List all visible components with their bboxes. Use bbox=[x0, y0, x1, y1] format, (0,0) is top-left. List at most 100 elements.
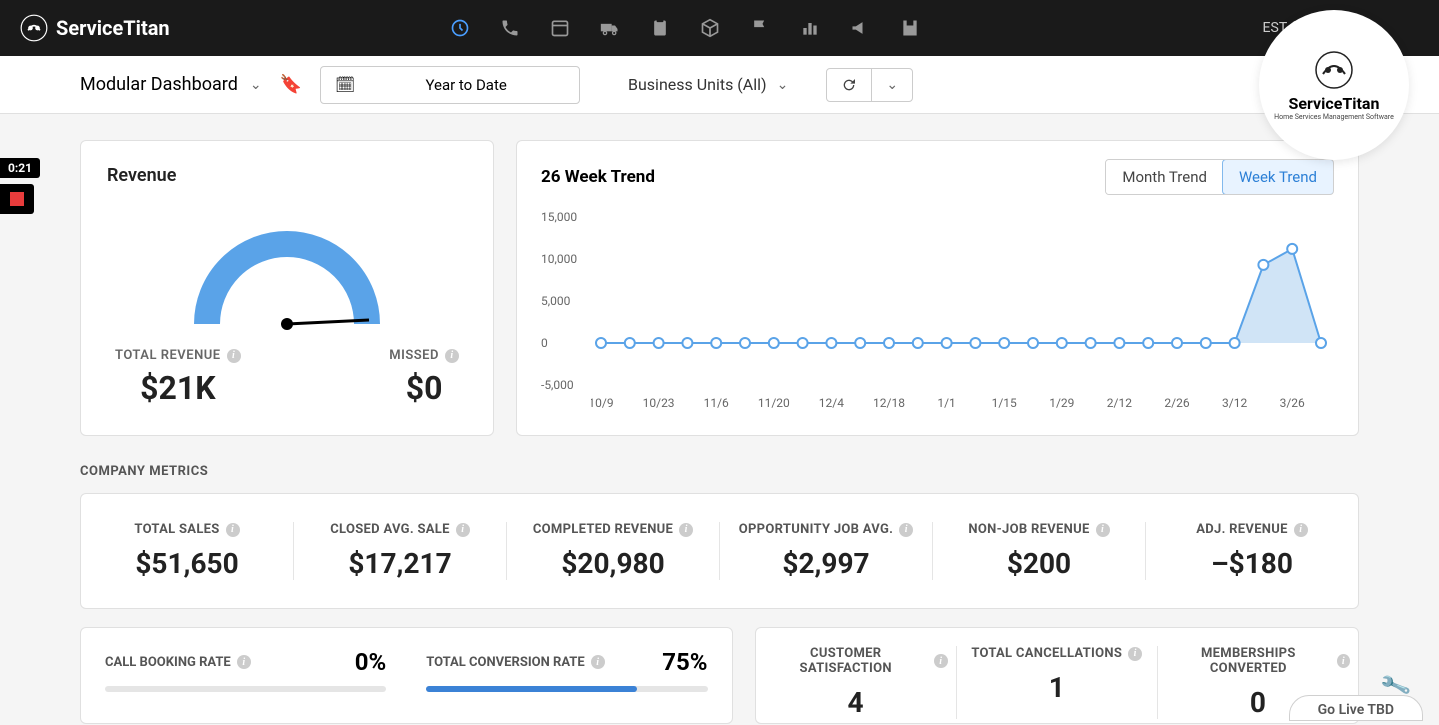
date-range-input[interactable] bbox=[367, 76, 565, 94]
stat-label: CUSTOMER SATISFACTION bbox=[764, 646, 928, 676]
refresh-dropdown[interactable]: ⌄ bbox=[871, 69, 912, 101]
chevron-down-icon: ⌄ bbox=[777, 77, 789, 93]
nav-calendar-icon[interactable] bbox=[550, 18, 570, 38]
timer-value: 0:21 bbox=[0, 158, 40, 178]
brand-watermark: ServiceTitan Home Services Management So… bbox=[1259, 10, 1409, 160]
revenue-gauge bbox=[177, 204, 397, 334]
dashboard-selector[interactable]: Modular Dashboard ⌄ bbox=[80, 74, 262, 95]
info-icon[interactable]: i bbox=[1337, 654, 1350, 668]
svg-text:3/12: 3/12 bbox=[1222, 396, 1247, 410]
metric: NON-JOB REVENUE i $200 bbox=[933, 522, 1146, 580]
month-trend-toggle[interactable]: Month Trend bbox=[1106, 160, 1223, 194]
conversion-rate-bar bbox=[426, 686, 707, 692]
booking-rate-value: 0% bbox=[355, 648, 387, 676]
booking-rate-label: CALL BOOKING RATE bbox=[105, 655, 231, 670]
stat: CUSTOMER SATISFACTION i 4 bbox=[756, 646, 957, 719]
nav-megaphone-icon[interactable] bbox=[850, 18, 870, 38]
nav-dashboard-icon[interactable] bbox=[450, 18, 470, 38]
dashboard-name: Modular Dashboard bbox=[80, 74, 238, 95]
svg-text:3/26: 3/26 bbox=[1280, 396, 1305, 410]
metric-value: $20,980 bbox=[515, 547, 711, 580]
svg-text:10/23: 10/23 bbox=[643, 396, 675, 410]
svg-text:2/26: 2/26 bbox=[1164, 396, 1189, 410]
stat-label: TOTAL CANCELLATIONS bbox=[971, 646, 1122, 661]
info-icon[interactable]: i bbox=[899, 523, 913, 537]
nav-box-icon[interactable] bbox=[700, 18, 720, 38]
trend-title: 26 Week Trend bbox=[541, 167, 655, 187]
nav-truck-icon[interactable] bbox=[600, 18, 620, 38]
filter-bar: Modular Dashboard ⌄ 🔖 🗓 Business Units (… bbox=[0, 56, 1439, 114]
revenue-title: Revenue bbox=[107, 165, 467, 186]
chevron-down-icon: ⌄ bbox=[886, 77, 898, 93]
info-icon[interactable]: i bbox=[1096, 523, 1110, 537]
metric-value: $17,217 bbox=[302, 547, 498, 580]
info-icon[interactable]: i bbox=[227, 349, 241, 363]
refresh-icon bbox=[841, 77, 857, 93]
stop-icon bbox=[10, 192, 24, 206]
calendar-icon: 🗓 bbox=[335, 75, 355, 94]
nav-flag-icon[interactable] bbox=[750, 18, 770, 38]
bottom-stats-card: CUSTOMER SATISFACTION i 4 TOTAL CANCELLATIO… bbox=[755, 627, 1360, 724]
metric-label: ADJ. REVENUE bbox=[1196, 522, 1288, 537]
info-icon[interactable]: i bbox=[445, 349, 459, 363]
business-units-label: Business Units (All) bbox=[628, 75, 767, 94]
metric: COMPLETED REVENUE i $20,980 bbox=[507, 522, 720, 580]
booking-rate-bar bbox=[105, 686, 386, 692]
rates-card: CALL BOOKING RATEi 0% TOTAL CONVERSION R… bbox=[80, 627, 733, 724]
svg-text:12/4: 12/4 bbox=[819, 396, 844, 410]
brand-name: ServiceTitan bbox=[56, 16, 170, 40]
company-metrics-heading: COMPANY METRICS bbox=[80, 464, 1359, 479]
recording-indicator: 0:21 bbox=[0, 158, 40, 214]
bookmark-icon[interactable]: 🔖 bbox=[280, 74, 302, 95]
stat: TOTAL CANCELLATIONS i 1 bbox=[957, 646, 1158, 719]
y-tick: 5,000 bbox=[541, 294, 570, 308]
missed-label: MISSED bbox=[389, 348, 439, 363]
nav-chart-icon[interactable] bbox=[800, 18, 820, 38]
info-icon[interactable]: i bbox=[226, 523, 240, 537]
info-icon[interactable]: i bbox=[591, 655, 605, 669]
stop-record-button[interactable] bbox=[0, 184, 34, 214]
info-icon[interactable]: i bbox=[679, 523, 693, 537]
total-revenue-value: $21K bbox=[115, 369, 241, 407]
nav-clipboard-icon[interactable] bbox=[650, 18, 670, 38]
missed-value: $0 bbox=[389, 369, 459, 407]
week-trend-toggle[interactable]: Week Trend bbox=[1222, 159, 1334, 195]
top-nav: ServiceTitan EST (+1 hrs) bbox=[0, 0, 1439, 56]
nav-save-icon[interactable] bbox=[900, 18, 920, 38]
svg-text:1/1: 1/1 bbox=[937, 396, 955, 410]
info-icon[interactable]: i bbox=[1294, 523, 1308, 537]
metric-value: $51,650 bbox=[89, 547, 285, 580]
metric: TOTAL SALESi$51,650 bbox=[81, 522, 294, 580]
metric: OPPORTUNITY JOB AVG.i$2,997 bbox=[720, 522, 933, 580]
metric-label: CLOSED AVG. SALE bbox=[330, 522, 449, 537]
revenue-card: Revenue TOTAL REVENUE i $21K MISSED i $0 bbox=[80, 140, 494, 436]
brand-logo[interactable]: ServiceTitan bbox=[20, 14, 170, 42]
date-range-picker[interactable]: 🗓 bbox=[320, 66, 580, 104]
svg-text:2/12: 2/12 bbox=[1107, 396, 1132, 410]
info-icon[interactable]: i bbox=[456, 523, 470, 537]
info-icon[interactable]: i bbox=[1128, 647, 1142, 661]
stat-value: 1 bbox=[965, 671, 1149, 704]
y-tick: 10,000 bbox=[541, 252, 577, 266]
info-icon[interactable]: i bbox=[237, 655, 251, 669]
total-revenue-label: TOTAL REVENUE bbox=[115, 348, 221, 363]
stat-value: 4 bbox=[764, 686, 948, 719]
metric-value: $2,997 bbox=[728, 547, 924, 580]
go-live-badge[interactable]: Go Live TBD bbox=[1289, 695, 1423, 721]
y-tick: -5,000 bbox=[541, 378, 574, 392]
svg-text:12/18: 12/18 bbox=[873, 396, 905, 410]
metric: CLOSED AVG. SALE i $17,217 bbox=[294, 522, 507, 580]
metric: ADJ. REVENUEi–$180 bbox=[1146, 522, 1358, 580]
info-icon[interactable]: i bbox=[934, 654, 948, 668]
nav-phone-icon[interactable] bbox=[500, 18, 520, 38]
refresh-button[interactable] bbox=[827, 69, 871, 101]
metric-value: $200 bbox=[941, 547, 1137, 580]
trend-chart: 15,000 10,000 5,000 0 -5,000 10/910/2311… bbox=[541, 207, 1334, 427]
logo-icon bbox=[20, 14, 48, 42]
metric-label: NON-JOB REVENUE bbox=[968, 522, 1089, 537]
svg-text:11/6: 11/6 bbox=[704, 396, 729, 410]
conversion-rate-value: 75% bbox=[662, 648, 707, 676]
business-units-selector[interactable]: Business Units (All) ⌄ bbox=[628, 75, 788, 94]
trend-card: 26 Week Trend Month Trend Week Trend 15,… bbox=[516, 140, 1359, 436]
metric-label: COMPLETED REVENUE bbox=[533, 522, 673, 537]
